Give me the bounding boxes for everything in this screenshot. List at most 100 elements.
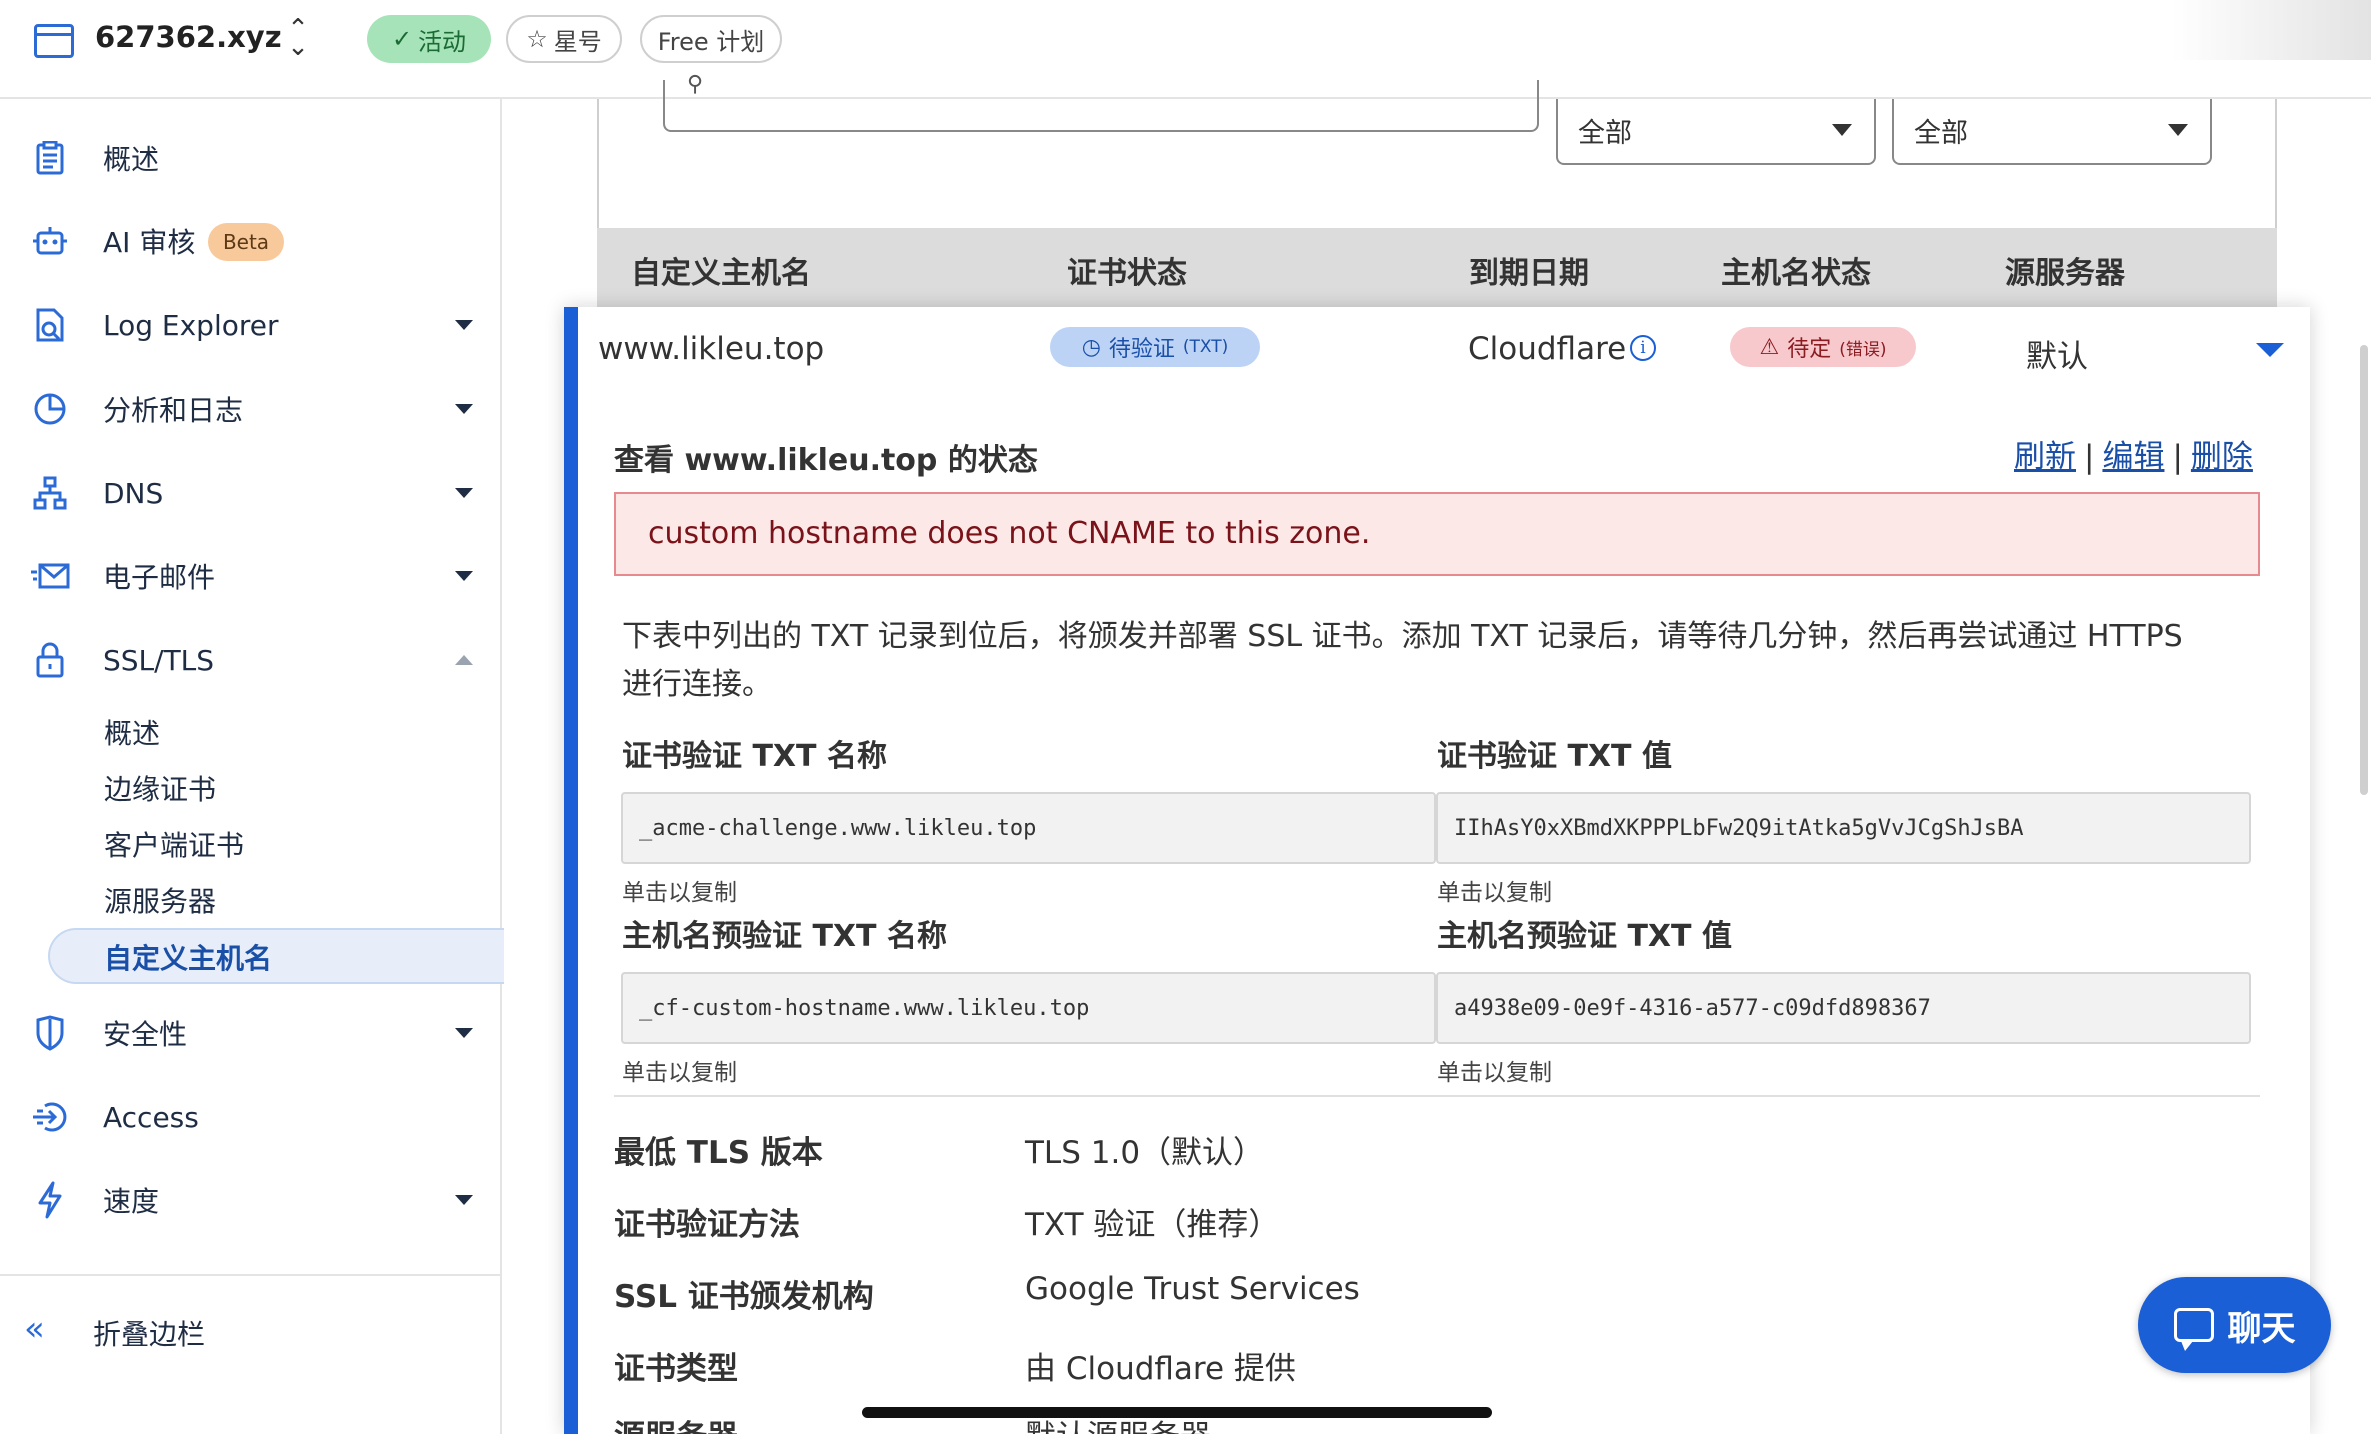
host-txt-value-label: 主机名预验证 TXT 值 bbox=[1437, 919, 1732, 954]
sidebar-item-speed[interactable]: 速度 bbox=[0, 1170, 500, 1230]
sidebar-item-access[interactable]: Access bbox=[0, 1087, 500, 1147]
sidebar-item-email[interactable]: 电子邮件 bbox=[0, 546, 500, 606]
edit-link[interactable]: 编辑 bbox=[2102, 439, 2164, 475]
refresh-link[interactable]: 刷新 bbox=[2014, 439, 2076, 475]
lock-icon bbox=[30, 640, 70, 680]
lightning-icon bbox=[30, 1180, 70, 1220]
row-hostname: www.likleu.top bbox=[598, 331, 825, 367]
caret-down-icon bbox=[2168, 124, 2188, 136]
clipboard-icon bbox=[30, 138, 70, 178]
sidebar: 概述 AI 审核 Beta Log Explorer 分析和日志 DNS 电子邮… bbox=[0, 99, 504, 1434]
website-icon bbox=[34, 24, 74, 58]
filter-select-hostname-status[interactable]: 全部 bbox=[1892, 99, 2212, 165]
host-txt-value-field[interactable]: a4938e09-0e9f-4316-a577-c09dfd898367 bbox=[1436, 972, 2251, 1044]
cert-txt-name-field[interactable]: _acme-challenge.www.likleu.top bbox=[621, 792, 1436, 864]
sidebar-subitem-edge-certificates[interactable]: 边缘证书 bbox=[104, 768, 216, 808]
cert-status-label: 待验证 bbox=[1108, 337, 1175, 362]
collapse-sidebar-button[interactable]: 折叠边栏 bbox=[93, 1313, 205, 1353]
copy-hint: 单击以复制 bbox=[1437, 1060, 1552, 1086]
host-txt-name-field[interactable]: _cf-custom-hostname.www.likleu.top bbox=[621, 972, 1436, 1044]
sidebar-subitem-client-certificates[interactable]: 客户端证书 bbox=[104, 824, 244, 864]
access-icon bbox=[30, 1097, 70, 1137]
top-shadow bbox=[2171, 0, 2371, 60]
cert-txt-value-field[interactable]: IIhAsY0xXBmdXKPPPLbFw2Q9itAtka5gVvJCgShJ… bbox=[1436, 792, 2251, 864]
property-key: 最低 TLS 版本 bbox=[614, 1135, 823, 1171]
error-message: custom hostname does not CNAME to this z… bbox=[648, 516, 1371, 551]
copy-hint: 单击以复制 bbox=[1437, 880, 1552, 906]
site-name[interactable]: 627362.xyz bbox=[95, 20, 282, 54]
property-value: TLS 1.0（默认） bbox=[1025, 1135, 1265, 1171]
chevron-down-icon bbox=[455, 1195, 473, 1205]
sidebar-item-label: 电子邮件 bbox=[103, 561, 216, 594]
sidebar-subitem-overview[interactable]: 概述 bbox=[104, 712, 160, 752]
network-icon bbox=[30, 473, 70, 513]
caret-down-icon bbox=[1832, 124, 1852, 136]
sidebar-item-label: SSL/TLS bbox=[103, 643, 215, 677]
sidebar-item-label: Log Explorer bbox=[103, 308, 279, 342]
sidebar-item-label: DNS bbox=[103, 476, 164, 510]
sidebar-item-ai-audit[interactable]: AI 审核 Beta bbox=[0, 211, 500, 271]
property-key: 证书验证方法 bbox=[614, 1207, 800, 1243]
sidebar-item-log-explorer[interactable]: Log Explorer bbox=[0, 295, 500, 355]
copy-hint: 单击以复制 bbox=[622, 880, 737, 906]
error-alert: custom hostname does not CNAME to this z… bbox=[614, 492, 2260, 576]
sidebar-item-analytics[interactable]: 分析和日志 bbox=[0, 379, 500, 439]
detail-title: 查看 www.likleu.top 的状态 bbox=[614, 443, 1038, 478]
sidebar-item-label: 安全性 bbox=[103, 1018, 188, 1051]
sidebar-item-label: 速度 bbox=[103, 1185, 160, 1218]
filter-select-cert-status[interactable]: 全部 bbox=[1556, 99, 1876, 165]
chevron-down-icon bbox=[455, 571, 473, 581]
chat-bubble-icon bbox=[2173, 1308, 2214, 1351]
column-header-cert-status[interactable]: 证书状态 bbox=[1067, 248, 1187, 292]
chevron-updown-icon[interactable]: ⌃ ⌄ bbox=[283, 16, 313, 60]
sidebar-item-ssl-tls[interactable]: SSL/TLS bbox=[0, 630, 500, 690]
column-header-expiry[interactable]: 到期日期 bbox=[1469, 248, 1589, 292]
chevron-down-icon bbox=[455, 404, 473, 414]
separator: | bbox=[2172, 439, 2183, 475]
sidebar-item-security[interactable]: 安全性 bbox=[0, 1003, 500, 1063]
property-key: 源服务器 bbox=[614, 1411, 738, 1434]
chat-label: 聊天 bbox=[2227, 1308, 2296, 1349]
sidebar-item-overview[interactable]: 概述 bbox=[0, 128, 500, 188]
collapse-row-chevron-icon[interactable] bbox=[2256, 343, 2284, 357]
plan-badge[interactable]: Free 计划 bbox=[640, 15, 782, 63]
property-value: TXT 验证（推荐） bbox=[1025, 1207, 1280, 1243]
sidebar-item-dns[interactable]: DNS bbox=[0, 463, 500, 523]
detail-description: 下表中列出的 TXT 记录到位后，将颁发并部署 SSL 证书。添加 TXT 记录… bbox=[622, 619, 2183, 702]
robot-icon bbox=[30, 221, 70, 261]
row-accent-bar bbox=[564, 307, 578, 1434]
sidebar-item-label: 概述 bbox=[103, 143, 160, 176]
chevron-down-icon bbox=[455, 320, 473, 330]
column-header-hostname-status[interactable]: 主机名状态 bbox=[1721, 248, 1871, 292]
warning-icon: ⚠ bbox=[1759, 334, 1780, 360]
table-row-expanded: www.likleu.top ◷ 待验证 (TXT) Cloudflare i … bbox=[564, 307, 2310, 1434]
column-header-origin[interactable]: 源服务器 bbox=[2005, 248, 2125, 292]
chevron-up-icon bbox=[455, 655, 473, 665]
sidebar-divider bbox=[0, 1274, 500, 1276]
copy-hint: 单击以复制 bbox=[622, 1060, 737, 1086]
star-button[interactable]: ☆ 星号 bbox=[506, 15, 622, 63]
property-value: 由 Cloudflare 提供 bbox=[1025, 1351, 1296, 1387]
row-expiry: Cloudflare bbox=[1468, 331, 1627, 367]
status-label: 活动 bbox=[418, 27, 467, 56]
column-header-hostname[interactable]: 自定义主机名 bbox=[631, 248, 811, 292]
double-chevron-left-icon[interactable]: « bbox=[24, 1309, 45, 1349]
row-origin: 默认 bbox=[2026, 339, 2088, 375]
cert-status-detail: (TXT) bbox=[1182, 337, 1229, 357]
sidebar-subitem-custom-hostnames-label: 自定义主机名 bbox=[104, 942, 273, 975]
search-input[interactable]: ⚲ bbox=[663, 72, 1539, 132]
cert-status-badge: ◷ 待验证 (TXT) bbox=[1050, 327, 1260, 367]
sidebar-subitem-origin-server[interactable]: 源服务器 bbox=[104, 880, 216, 920]
chevron-down-icon bbox=[455, 1028, 473, 1038]
status-badge: ✓ 活动 bbox=[367, 15, 491, 63]
delete-link[interactable]: 删除 bbox=[2191, 439, 2253, 475]
host-txt-name-label: 主机名预验证 TXT 名称 bbox=[622, 919, 947, 954]
star-label: 星号 bbox=[553, 27, 602, 56]
filter-select-value: 全部 bbox=[1578, 118, 1632, 149]
beta-badge: Beta bbox=[208, 223, 284, 261]
scrollbar[interactable] bbox=[2360, 345, 2368, 795]
separator: | bbox=[2084, 439, 2095, 475]
cert-txt-name-label: 证书验证 TXT 名称 bbox=[622, 739, 887, 774]
chat-button[interactable]: 聊天 bbox=[2138, 1277, 2331, 1373]
info-icon[interactable]: i bbox=[1630, 335, 1656, 361]
